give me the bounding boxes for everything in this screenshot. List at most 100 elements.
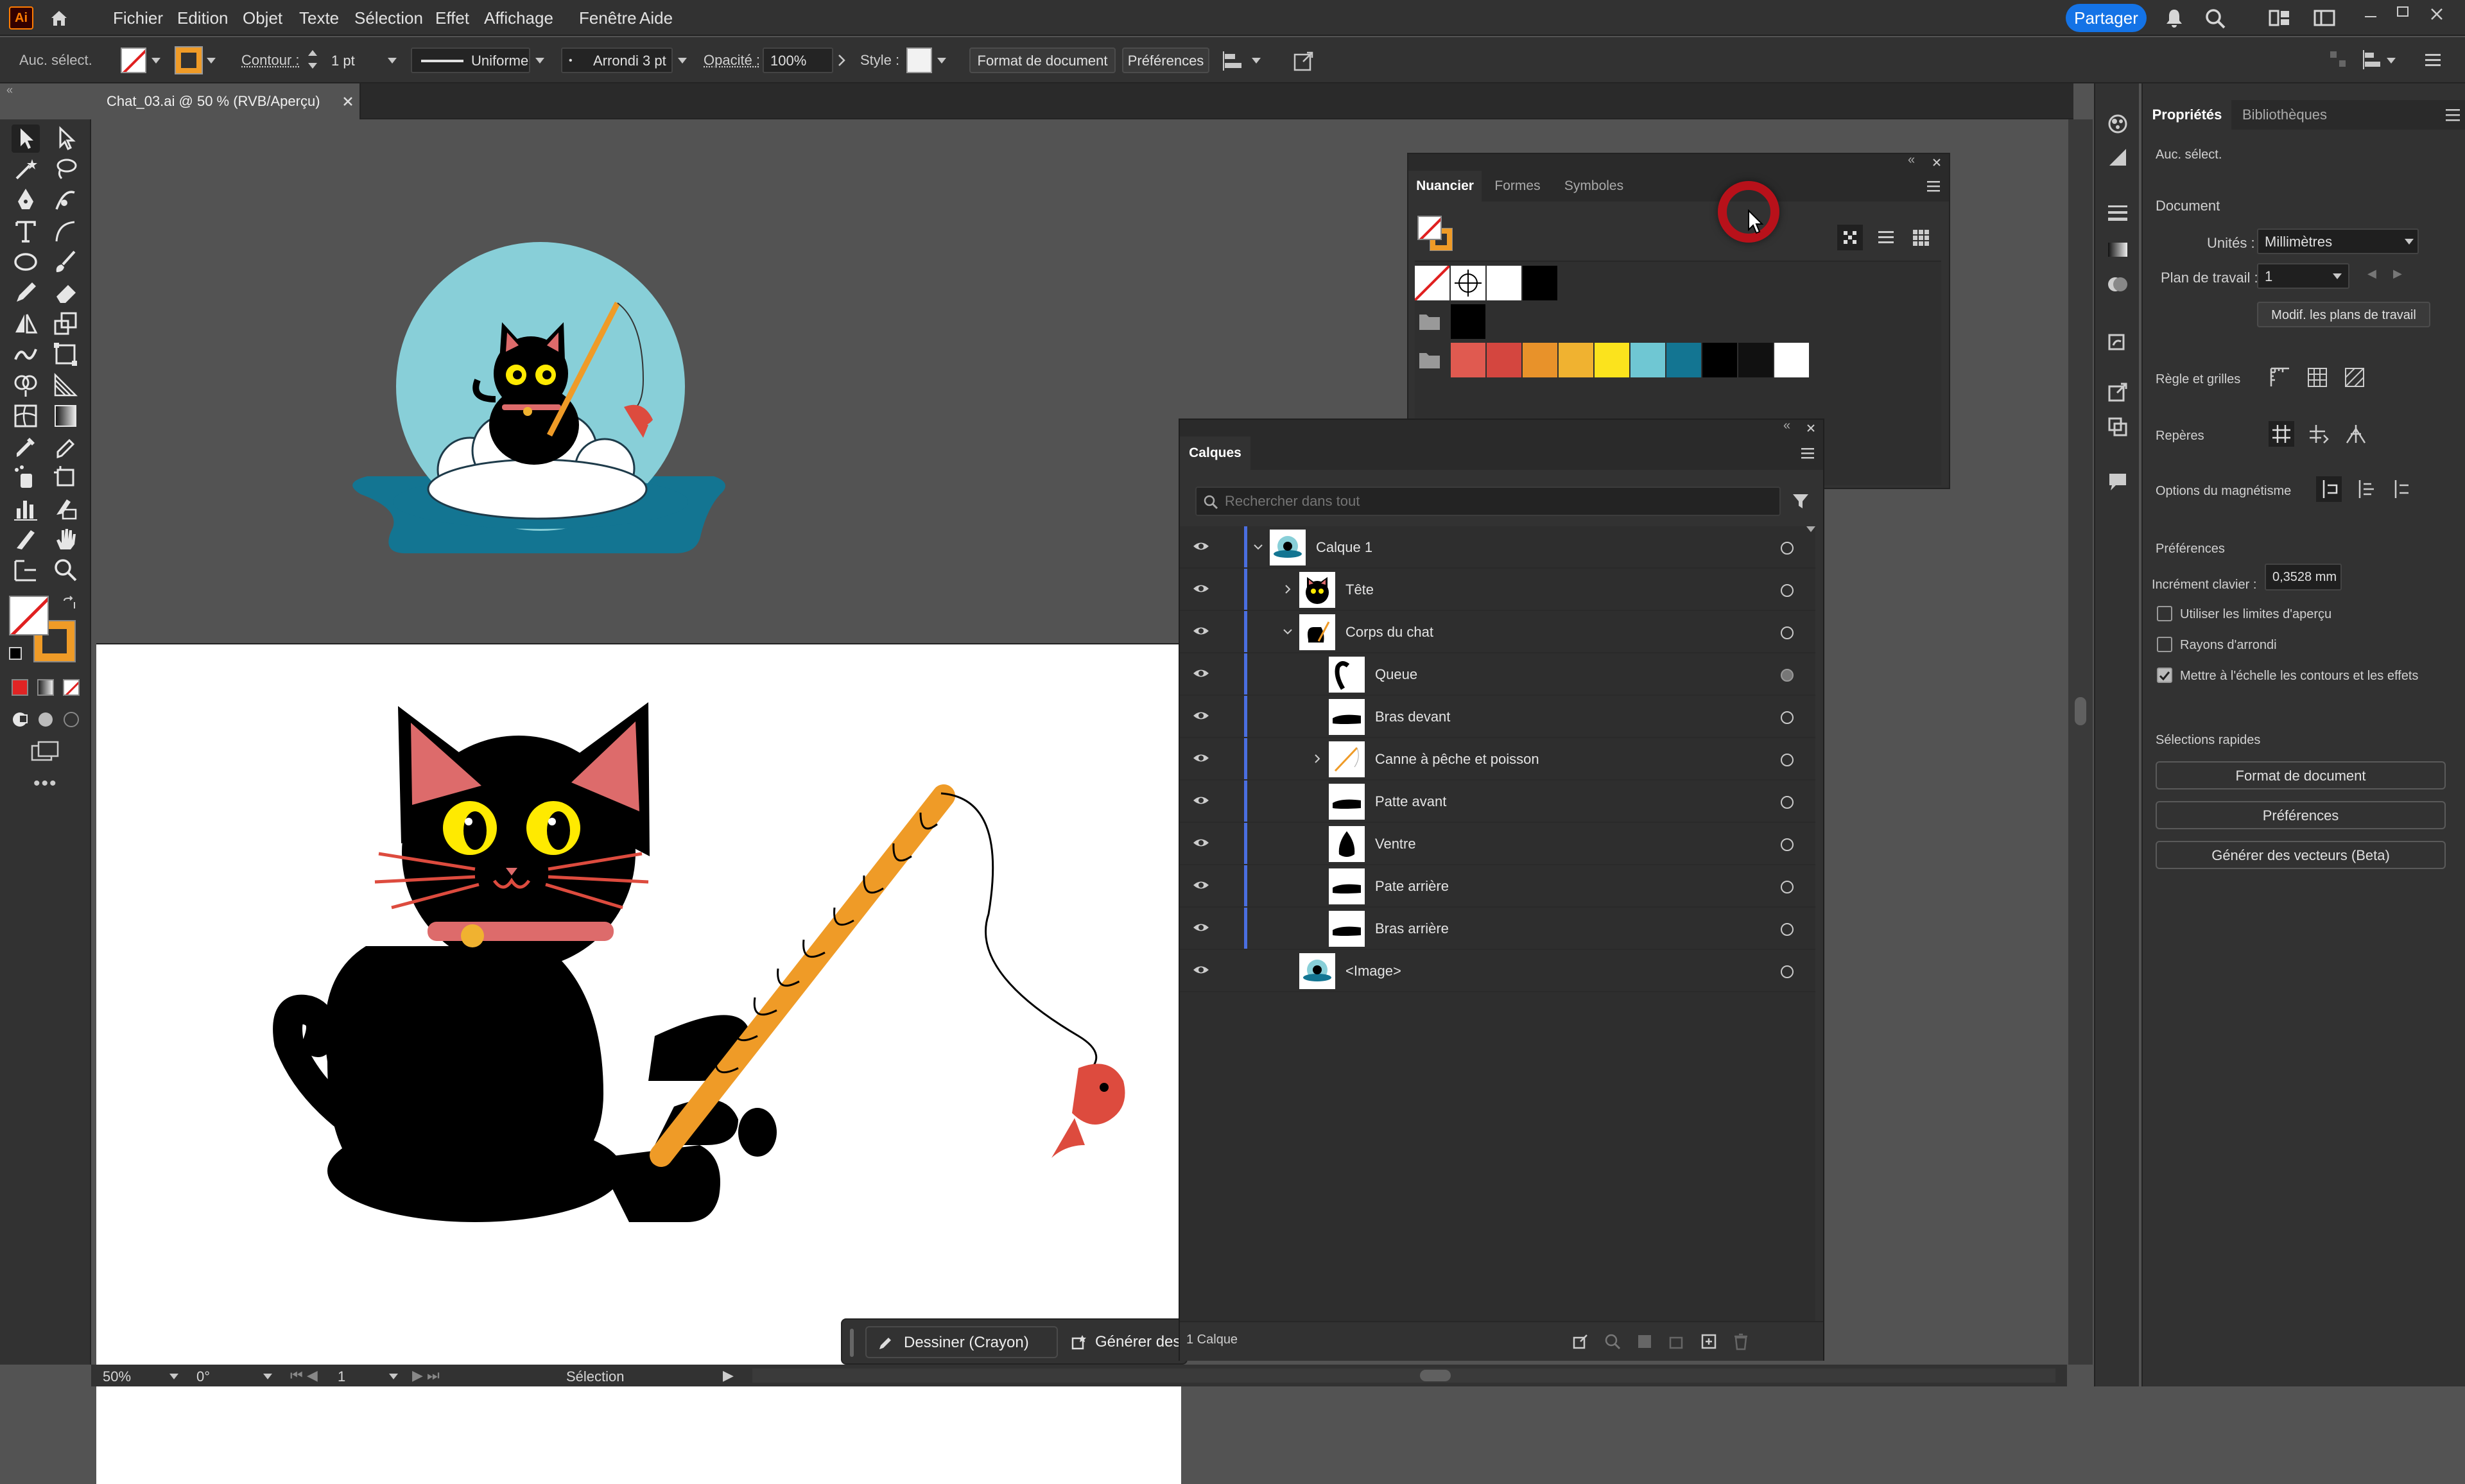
- eraser-tool-icon[interactable]: [51, 279, 80, 307]
- preferences-button[interactable]: Préférences: [1122, 47, 1209, 73]
- eye-icon[interactable]: [1193, 752, 1209, 764]
- slice-tool-icon[interactable]: [51, 494, 80, 522]
- opacity-label[interactable]: Opacité :: [704, 37, 760, 83]
- align-options-icon[interactable]: [2362, 50, 2384, 69]
- collapse-icon[interactable]: «: [1908, 153, 1915, 168]
- draw-pencil-button[interactable]: Dessiner (Crayon): [865, 1326, 1058, 1358]
- eye-icon[interactable]: [1193, 540, 1209, 552]
- rotation-value[interactable]: 0°: [196, 1368, 210, 1385]
- type-tool-icon[interactable]: [12, 217, 40, 245]
- layer-row[interactable]: Bras devant: [1180, 696, 1815, 738]
- reflect-tool-icon[interactable]: [12, 309, 40, 338]
- line-segment-tool-icon[interactable]: [51, 217, 80, 245]
- restore-icon[interactable]: [2397, 6, 2409, 17]
- perspective-guides-icon[interactable]: [2343, 421, 2369, 447]
- layer-row[interactable]: <Image>: [1180, 950, 1815, 992]
- knife-tool-icon[interactable]: [12, 525, 40, 553]
- home-icon[interactable]: [49, 8, 69, 28]
- eye-icon[interactable]: [1193, 710, 1209, 721]
- panel-title-bar[interactable]: «: [1408, 153, 1949, 171]
- artboards-icon[interactable]: [2107, 416, 2129, 438]
- swatch-item[interactable]: [1451, 304, 1485, 339]
- snap-to-point-icon[interactable]: [2316, 476, 2342, 502]
- menu-icon[interactable]: [1800, 447, 1815, 460]
- tab-layers[interactable]: Calques: [1180, 436, 1250, 470]
- menu-icon[interactable]: [1926, 180, 1941, 193]
- reference-image[interactable]: [342, 232, 740, 605]
- generate-vectors-button[interactable]: Générer des vecteurs (Beta): [2156, 841, 2446, 869]
- delete-icon[interactable]: [1732, 1333, 1750, 1350]
- export-icon[interactable]: [2107, 381, 2129, 403]
- swatch-none[interactable]: [1415, 266, 1449, 300]
- arrange-icon[interactable]: [2329, 50, 2348, 69]
- menu-item[interactable]: Fichier: [113, 0, 163, 36]
- target-icon[interactable]: [1781, 881, 1794, 893]
- chevron-down-icon[interactable]: [1253, 542, 1263, 552]
- chevron-down-icon[interactable]: [535, 58, 544, 64]
- chevron-down-icon[interactable]: [678, 58, 687, 64]
- show-kinds-icon[interactable]: [1837, 225, 1863, 250]
- keyboard-increment-field[interactable]: 0,3528 mm: [2265, 564, 2342, 591]
- swatch-item[interactable]: [1666, 343, 1701, 377]
- scroll-thumb[interactable]: [1420, 1370, 1451, 1381]
- collapse-icon[interactable]: «: [1783, 418, 1790, 433]
- magic-wand-tool-icon[interactable]: [12, 155, 40, 184]
- rulers-icon[interactable]: [2269, 366, 2292, 389]
- scale-tool-icon[interactable]: [51, 309, 80, 338]
- stroke-weight-field[interactable]: 1 pt: [324, 47, 385, 73]
- warp-tool-icon[interactable]: [12, 340, 40, 368]
- draw-behind-icon[interactable]: [36, 710, 55, 729]
- artboard-nav-first[interactable]: ⏮ ◀: [290, 1367, 318, 1384]
- edit-artboards-button[interactable]: Modif. les plans de travail: [2257, 302, 2430, 327]
- blend-tool-icon[interactable]: [51, 433, 80, 461]
- corner-radius-checkbox[interactable]: [2157, 637, 2172, 652]
- appearance-icon[interactable]: [2107, 146, 2129, 168]
- lasso-tool-icon[interactable]: [51, 155, 80, 184]
- swatch-item[interactable]: [1702, 343, 1737, 377]
- mesh-tool-icon[interactable]: [12, 402, 40, 430]
- hand-tool-icon[interactable]: [51, 525, 80, 553]
- stroke-swatch[interactable]: [175, 46, 203, 74]
- close-icon[interactable]: [1806, 424, 1815, 433]
- curvature-tool-icon[interactable]: [51, 186, 80, 214]
- eye-icon[interactable]: [1193, 922, 1209, 933]
- target-icon[interactable]: [1781, 754, 1794, 766]
- free-transform-tool-icon[interactable]: [51, 340, 80, 368]
- chevron-right-icon[interactable]: [1283, 584, 1293, 594]
- chevron-right-icon[interactable]: [837, 54, 846, 67]
- tab-swatches[interactable]: Nuancier: [1408, 171, 1482, 202]
- layer-row[interactable]: Canne à pêche et poisson: [1180, 738, 1815, 781]
- vertical-scrollbar[interactable]: [2068, 119, 2093, 1365]
- new-layer-icon[interactable]: [1700, 1333, 1718, 1350]
- swatch-registration[interactable]: [1451, 266, 1485, 300]
- chevron-down-icon[interactable]: [2405, 239, 2414, 245]
- chevron-down-icon[interactable]: [207, 58, 216, 64]
- menu-item[interactable]: Objet: [243, 0, 282, 36]
- swatch-item[interactable]: [1774, 343, 1809, 377]
- fill-stroke-indicator[interactable]: [1417, 216, 1455, 253]
- stroke-panel-icon[interactable]: [2107, 203, 2129, 222]
- chevron-down-icon[interactable]: [263, 1374, 272, 1379]
- swatch-item[interactable]: [1451, 343, 1485, 377]
- eye-icon[interactable]: [1193, 625, 1209, 637]
- draw-normal-icon[interactable]: [10, 710, 30, 729]
- arrange-documents-icon[interactable]: [2269, 9, 2290, 27]
- edit-toolbar-icon[interactable]: •••: [33, 773, 58, 795]
- eye-icon[interactable]: [1193, 837, 1209, 849]
- chevron-right-icon[interactable]: [1312, 754, 1322, 764]
- chevron-down-icon[interactable]: [937, 58, 946, 64]
- units-select[interactable]: Millimètres: [2257, 229, 2419, 254]
- chevron-down-icon[interactable]: [151, 58, 160, 64]
- minimize-icon[interactable]: [2365, 16, 2376, 17]
- menu-item[interactable]: Edition: [177, 0, 229, 36]
- menu-item[interactable]: Fenêtre: [579, 0, 637, 36]
- document-tab[interactable]: Chat_03.ai @ 50 % (RVB/Aperçu): [91, 83, 361, 119]
- artboard-next-icon[interactable]: ▶: [2393, 267, 2402, 280]
- brush-select[interactable]: • Arrondi 3 pt: [561, 47, 673, 73]
- align-icon[interactable]: [1222, 50, 1244, 72]
- screen-mode-icon[interactable]: [31, 741, 60, 764]
- swatch-item[interactable]: [1523, 343, 1557, 377]
- print-tiling-tool-icon[interactable]: [12, 556, 40, 584]
- eye-icon[interactable]: [1193, 668, 1209, 679]
- preferences-quick-button[interactable]: Préférences: [2156, 801, 2446, 829]
